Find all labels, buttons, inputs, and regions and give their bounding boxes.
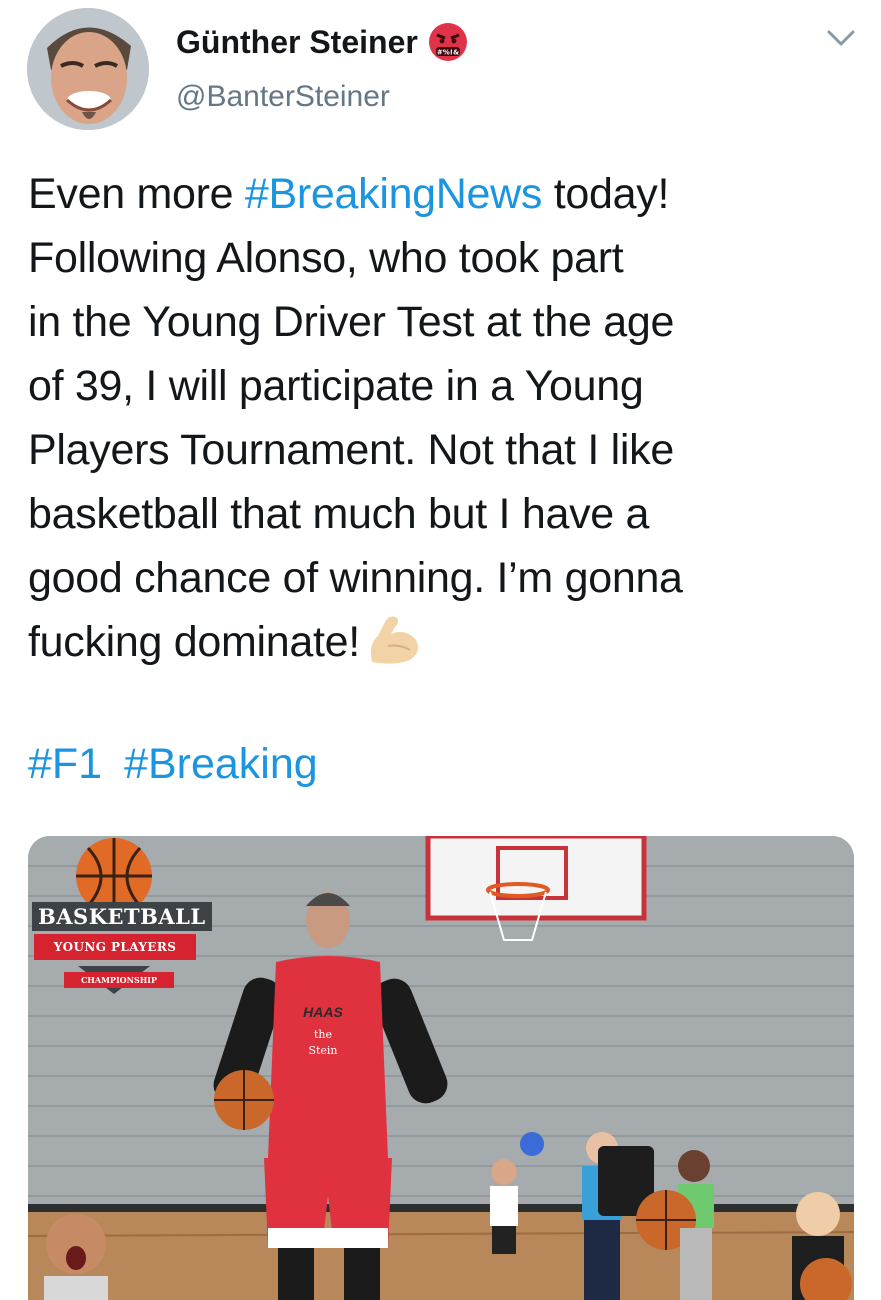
display-name[interactable]: Günther Steiner [176, 24, 418, 61]
avatar-photo [27, 8, 149, 130]
flexed-biceps-icon [370, 616, 418, 664]
chevron-down-icon[interactable] [826, 26, 856, 50]
tweet-line: good chance of winning. I’m gonna [28, 554, 683, 602]
tweet-line: of 39, I will participate in a Young [28, 362, 644, 410]
tweet-line: basketball that much but I have a [28, 490, 650, 538]
tweet-line: fucking dominate! [28, 610, 848, 674]
logo-subtitle: CHAMPIONSHIP [64, 972, 174, 988]
hashtag-f1[interactable]: #F1 [28, 740, 102, 788]
tweet-line: Players Tournament. Not that I like [28, 426, 674, 474]
hashtag-breaking[interactable]: #Breaking [124, 740, 318, 788]
handle[interactable]: @BanterSteiner [176, 80, 390, 114]
angry-face-icon: #%!& [428, 23, 467, 61]
hashtag-row: #F1 #Breaking [28, 740, 328, 789]
tweet-line: Following Alonso, who took part [28, 234, 624, 282]
author-name-row: Günther Steiner #%!& [176, 22, 468, 62]
tweet-media[interactable]: BASKETBALL YOUNG PLAYERS CHAMPIONSHIP HA… [28, 836, 854, 1300]
svg-text:#%!&: #%!& [437, 49, 459, 57]
hashtag-breakingnews[interactable]: #BreakingNews [245, 170, 543, 218]
jersey-text-the: the [313, 1028, 332, 1041]
tweet-text: Even more #BreakingNews today! Following… [28, 162, 848, 674]
tweet-line: in the Young Driver Test at the age [28, 298, 675, 346]
jersey-text-name: Stein [308, 1044, 338, 1057]
logo-title: BASKETBALL [32, 902, 212, 931]
avatar[interactable] [27, 8, 149, 130]
logo-banner: YOUNG PLAYERS [34, 934, 196, 960]
jersey-brand: HAAS [303, 1004, 343, 1020]
tweet-line: Even more #BreakingNews today! [28, 170, 670, 218]
